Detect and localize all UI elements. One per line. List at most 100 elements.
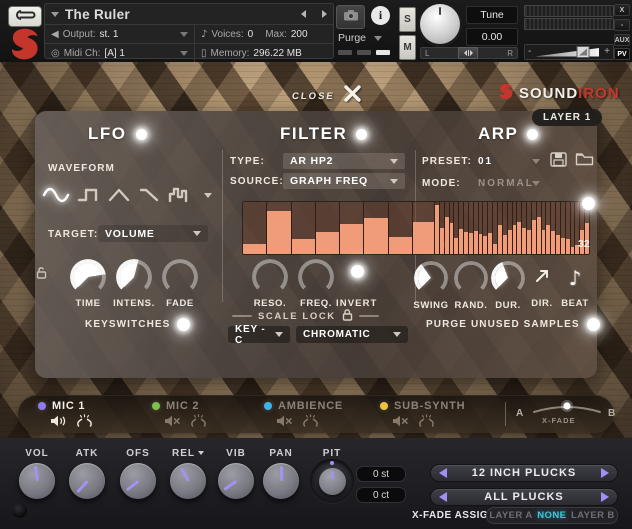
prev-instrument-icon[interactable] (301, 10, 306, 18)
aux-button[interactable]: AUX (614, 34, 630, 46)
arp-graph[interactable] (434, 201, 590, 255)
graph-bar[interactable] (364, 202, 389, 254)
xfade-slider[interactable] (530, 398, 604, 418)
arp-enable-light[interactable] (527, 128, 539, 140)
close-x-icon[interactable] (343, 84, 362, 108)
lfo-enable-light[interactable] (135, 128, 147, 140)
mic-label[interactable]: SUB-SYNTH (394, 400, 465, 412)
offset-knob[interactable] (120, 463, 156, 499)
keyswitches-toggle[interactable]: KEYSWITCHES (85, 318, 191, 331)
graph-bar[interactable] (412, 202, 436, 254)
pv-button[interactable]: PV (614, 48, 630, 60)
title-dropdown-icon[interactable] (51, 11, 59, 17)
filter-resonance-knob[interactable]: RESO. (252, 259, 288, 309)
mode-value[interactable]: NORMAL (478, 178, 534, 189)
filter-graph[interactable] (242, 201, 437, 255)
scale-lock-icon[interactable] (342, 308, 353, 324)
release-menu-caret-icon[interactable] (198, 451, 204, 455)
close-instrument-button[interactable]: X (614, 4, 630, 16)
lfo-fade-knob[interactable]: FADE (162, 259, 198, 309)
arp-random-knob[interactable]: RAND. (454, 261, 488, 311)
mute-button[interactable]: M (399, 35, 416, 60)
chain-broken-icon[interactable] (302, 414, 319, 432)
tune-knob[interactable] (420, 4, 460, 44)
purge-light[interactable] (586, 318, 600, 331)
pan-slider-handle[interactable] (458, 47, 479, 59)
speaker-on-icon[interactable] (50, 414, 67, 432)
preset-bank-selector[interactable]: ALL PLUCKS (430, 488, 618, 506)
graph-bar[interactable] (291, 202, 316, 254)
info-button[interactable]: i (371, 6, 390, 25)
filter-source-select[interactable]: GRAPH FREQ (283, 173, 405, 189)
pan-slider[interactable]: L R (420, 47, 518, 59)
arp-duration-knob[interactable]: DUR. (491, 261, 525, 311)
tune-value-box[interactable]: 0.00 (466, 28, 518, 46)
pitch-knob[interactable] (310, 459, 354, 503)
close-overlay-button[interactable]: CLOSE (291, 84, 362, 108)
xfade-assign-option-none[interactable]: NONE (537, 510, 566, 521)
square-wave-icon[interactable] (77, 185, 101, 205)
selector-next-icon[interactable] (601, 468, 609, 478)
arp-graph-light[interactable] (582, 197, 595, 210)
ramp-wave-icon[interactable] (139, 185, 161, 205)
output-select[interactable]: ◀ Output: st. 1 (45, 25, 195, 43)
preset-value[interactable]: 01 (478, 156, 493, 167)
midi-channel-select[interactable]: ◎ Midi Ch: [A] 1 (45, 44, 195, 62)
selector-next-icon[interactable] (601, 492, 609, 502)
scale-select[interactable]: CHROMATIC (296, 326, 408, 343)
selector-prev-icon[interactable] (439, 492, 447, 502)
solo-button[interactable]: S (399, 7, 416, 32)
save-icon[interactable] (550, 152, 567, 172)
selector-prev-icon[interactable] (439, 468, 447, 478)
articulation-selector[interactable]: 12 INCH PLUCKS (430, 464, 618, 482)
pan-knob[interactable] (263, 463, 299, 499)
pitch-cents-value[interactable]: 0 ct (356, 487, 406, 503)
filter-enable-light[interactable] (356, 128, 368, 140)
graph-bar[interactable] (267, 202, 292, 254)
speaker-muted-icon[interactable] (392, 414, 409, 432)
random-wave-icon[interactable] (168, 185, 194, 205)
minimize-instrument-button[interactable]: - (614, 19, 630, 31)
volume-plus-label[interactable]: + (604, 45, 610, 58)
graph-bar[interactable] (243, 202, 268, 254)
lfo-lock-icon[interactable] (36, 266, 47, 284)
purge-unused-samples-toggle[interactable]: PURGE UNUSED SAMPLES (426, 318, 600, 331)
filter-type-select[interactable]: AR HP2 (283, 153, 405, 169)
graph-bar[interactable] (388, 202, 413, 254)
lfo-time-knob[interactable]: TIME (70, 259, 106, 309)
lfo-target-select[interactable]: VOLUME (98, 225, 208, 242)
pitch-semitones-value[interactable]: 0 st (356, 466, 406, 482)
mode-caret-icon[interactable] (532, 181, 540, 186)
folder-icon[interactable] (575, 152, 594, 171)
vibrato-knob[interactable] (218, 463, 254, 499)
chain-broken-icon[interactable] (418, 414, 435, 432)
release-knob[interactable] (170, 463, 206, 499)
graph-bar[interactable] (340, 202, 365, 254)
preset-caret-icon[interactable] (532, 159, 540, 164)
keyswitches-light[interactable] (177, 318, 191, 331)
snapshot-camera-button[interactable] (336, 5, 365, 29)
xfade-assign-option-layer-a[interactable]: LAYER A (489, 510, 532, 521)
key-select[interactable]: KEY - C (228, 324, 290, 346)
invert-light[interactable] (351, 265, 364, 278)
waveform-menu-caret-icon[interactable] (204, 192, 212, 198)
next-instrument-icon[interactable] (322, 10, 327, 18)
speaker-muted-icon[interactable] (164, 414, 181, 432)
attack-knob[interactable] (69, 463, 105, 499)
sine-wave-icon[interactable] (42, 185, 70, 205)
xfade-assign-option-layer-b[interactable]: LAYER B (571, 510, 615, 521)
mic-label[interactable]: AMBIENCE (278, 400, 343, 412)
wrench-button[interactable] (8, 6, 42, 27)
mic-label[interactable]: MIC 1 (52, 400, 85, 412)
arp-direction-button[interactable]: DIR. (525, 261, 559, 309)
mic-label[interactable]: MIC 2 (166, 400, 199, 412)
lfo-intensity-knob[interactable]: INTENS. (113, 259, 154, 309)
triangle-wave-icon[interactable] (108, 185, 132, 205)
chain-broken-icon[interactable] (76, 414, 93, 432)
purge-menu[interactable]: Purge (338, 32, 383, 44)
filter-frequency-knob[interactable]: FREQ. (298, 259, 334, 309)
chain-broken-icon[interactable] (190, 414, 207, 432)
arp-swing-knob[interactable]: SWING (413, 261, 448, 311)
volume-slider[interactable]: - + (524, 44, 614, 60)
volume-knob[interactable] (19, 463, 55, 499)
